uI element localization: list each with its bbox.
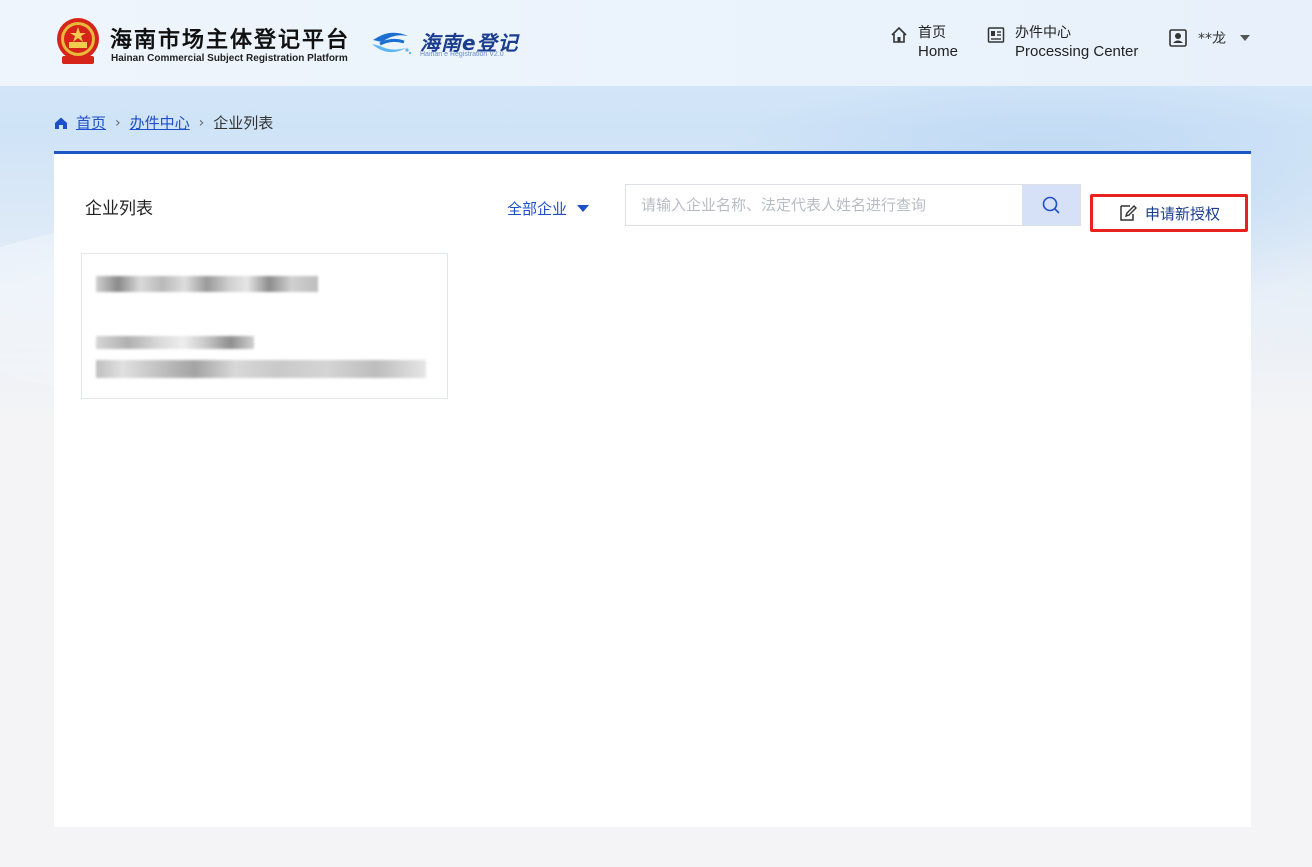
- search-icon: [1042, 196, 1060, 214]
- company-card[interactable]: [81, 253, 448, 399]
- nav-processing-label-en: Processing Center: [1015, 43, 1139, 60]
- company-list-panel: 企业列表 全部企业 申请新授权: [54, 151, 1251, 827]
- breadcrumb-separator-icon: ›: [115, 114, 121, 131]
- home-icon: [891, 26, 907, 43]
- top-header: 海南市场主体登记平台 Hainan Commercial Subject Reg…: [0, 0, 1312, 86]
- breadcrumb: 首页 › 办件中心 › 企业列表: [54, 112, 273, 133]
- breadcrumb-link-center[interactable]: 办件中心: [130, 112, 190, 133]
- brand-title-cn: 海南市场主体登记平台: [110, 28, 351, 53]
- e-registration-subtitle: Hainan e Registration V2.0: [420, 51, 504, 58]
- company-search: [625, 184, 1081, 226]
- panel-title: 企业列表: [85, 199, 153, 219]
- user-menu[interactable]: **龙: [1168, 28, 1250, 48]
- caret-down-icon: [1240, 35, 1250, 41]
- nav-home-label-en: Home: [918, 43, 959, 60]
- caret-down-icon: [577, 205, 590, 212]
- blurred-company-name: [96, 276, 318, 292]
- nav-home-label-cn: 首页: [918, 25, 946, 41]
- brand-title-en: Hainan Commercial Subject Registration P…: [111, 53, 348, 64]
- filter-selected-label: 全部企业: [507, 200, 568, 218]
- apply-button-label: 申请新授权: [1144, 204, 1220, 223]
- company-search-input[interactable]: [626, 185, 1022, 225]
- blurred-credit-code: [96, 360, 426, 378]
- nav-processing-label-cn: 办件中心: [1015, 25, 1071, 41]
- nav-processing-center[interactable]: 办件中心 Processing Center: [987, 24, 1138, 62]
- breadcrumb-separator-icon: ›: [198, 114, 205, 131]
- breadcrumb-link-home[interactable]: 首页: [76, 112, 106, 133]
- national-emblem-logo: [57, 18, 99, 64]
- edit-icon: [1120, 205, 1137, 221]
- blurred-representative: [96, 336, 254, 349]
- e-registration-logo-icon: [372, 32, 412, 55]
- apply-new-authorization-button[interactable]: 申请新授权: [1090, 194, 1248, 232]
- breadcrumb-current: 企业列表: [213, 114, 274, 132]
- user-card-icon: [1169, 29, 1187, 47]
- breadcrumb-home-icon[interactable]: [54, 116, 68, 130]
- user-name: **龙: [1198, 31, 1226, 47]
- nav-home[interactable]: 首页 Home: [890, 24, 958, 62]
- search-button[interactable]: [1022, 185, 1080, 225]
- processing-center-icon: [987, 27, 1005, 43]
- company-filter-dropdown[interactable]: 全部企业: [507, 198, 590, 219]
